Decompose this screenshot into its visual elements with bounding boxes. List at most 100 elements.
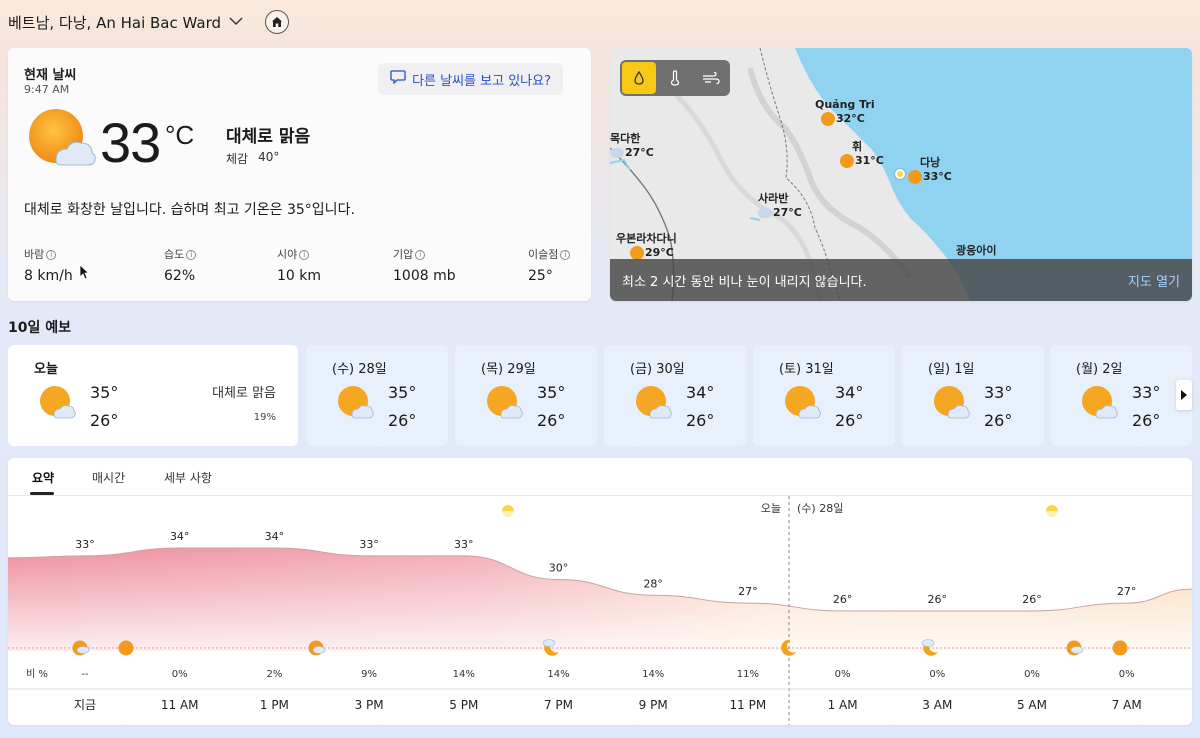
feels-like-label: 체감 [226,152,249,166]
info-icon[interactable]: i [299,250,310,260]
current-weather-card: 현재 날씨 9:47 AM 다른 날씨를 보고 있나요? 33 °C 대체로 맑… [8,48,591,301]
temp-point-label: 34° [170,530,190,543]
forecast-precip: 19% [253,412,276,423]
info-icon[interactable]: i [560,250,571,260]
forecast-day-label: (일) 1일 [928,362,975,377]
precip-value-label: 0% [1024,669,1040,680]
cloud-icon [542,639,556,647]
location-title[interactable]: 베트남, 다낭, An Hai Bac Ward [8,12,221,33]
forecast-high: 33° [984,383,1013,402]
forecast-day[interactable]: (목) 29일 35° 26° [455,345,597,446]
forecast-high: 33° [1132,383,1161,402]
sun-cloud-icon [630,246,644,260]
partly-sunny-icon [485,385,523,421]
stat-humidity[interactable]: 습도 i 62% [164,246,197,284]
weather-map[interactable]: Quảng Tri 32°C 휘 31°C 다낭 33°C 목다한 27°C 사… [610,48,1192,301]
temp-point-label: 34° [265,530,285,543]
forecast-high: 35° [537,383,566,402]
forecast-day[interactable]: (수) 28일 35° 26° [306,345,448,446]
hourly-summary-card: 요약 매시간 세부 사항 오늘 (수) 28일 33° -- 지금 34° 0% 11 AM 3… [8,458,1192,725]
forecast-condition: 대체로 맑음 [212,386,276,401]
ask-other-weather-button[interactable]: 다른 날씨를 보고 있나요? [378,63,563,95]
forecast-title: 10일 예보 [8,320,71,336]
forecast-low: 26° [835,411,864,430]
stat-dew-point-label: 이슬점 [528,248,559,261]
forecast-high: 34° [686,383,715,402]
map-city-name: 휘 [852,140,863,153]
partly-sunny-icon [26,108,96,170]
hour-tick-label: 5 AM [1017,698,1047,712]
info-icon[interactable]: i [186,250,197,260]
map-city-saravan[interactable]: 사라반 27°C [758,192,802,220]
current-location-marker [895,169,905,179]
stat-dew-point[interactable]: 이슬점 i 25° [528,246,571,284]
forecast-day-today[interactable]: 오늘 35° 26° 대체로 맑음 19% [8,345,298,446]
forecast-day[interactable]: (일) 1일 33° 26° [902,345,1044,446]
forecast-high: 35° [90,383,119,402]
tab-underline [30,492,54,495]
home-icon[interactable] [265,10,290,34]
temp-point-label: 27° [1117,585,1137,598]
temperature-layer-button[interactable] [658,62,692,94]
stat-wind-value: 8 km/h [24,268,73,284]
stat-visibility[interactable]: 시야 i 10 km [277,246,321,284]
tab-hourly[interactable]: 매시간 [92,469,125,486]
map-city-name: 다낭 [920,156,941,169]
precip-value-label: 0% [835,669,851,680]
map-city-quang-ngai[interactable]: 광응아이 [956,244,996,258]
thermometer-icon [670,70,680,86]
tab-details[interactable]: 세부 사항 [164,469,212,486]
tab-summary[interactable]: 요약 [32,469,54,486]
open-map-link[interactable]: 지도 열기 [1128,271,1180,290]
scroll-right-button[interactable] [1176,380,1192,410]
wind-layer-button[interactable] [694,62,728,94]
map-city-quang-tri[interactable]: Quảng Tri 32°C [815,98,875,126]
partly-sunny-icon [1080,385,1118,421]
map-city-temp: 32°C [836,112,865,125]
precip-value-label: 0% [172,669,188,680]
info-icon[interactable]: i [415,250,426,260]
stat-humidity-label: 습도 [164,248,185,261]
precipitation-layer-button[interactable] [622,62,656,94]
forecast-day-label: 오늘 [34,362,58,377]
cloud-icon [921,639,935,647]
map-city-da-nang[interactable]: 다낭 33°C [908,156,952,184]
hour-tick-label: 11 PM [730,698,767,712]
temp-point-label: 33° [75,538,95,551]
stat-wind[interactable]: 바람 i 8 km/h [24,246,73,284]
precip-value-label: 14% [547,669,569,680]
next-day-marker-label: (수) 28일 [797,501,843,515]
hour-tick-label: 지금 [74,698,96,712]
hour-tick-label: 1 PM [260,698,289,712]
map-city-hue[interactable]: 휘 31°C [840,140,884,168]
forecast-high: 35° [388,383,417,402]
map-city-ubon[interactable]: 우본라차다니 29°C [616,232,677,260]
today-marker-label: 오늘 [761,502,781,515]
forecast-day-label: (월) 2일 [1076,362,1123,377]
partly-sunny-icon [38,385,76,421]
forecast-day[interactable]: (금) 30일 34° 26° [604,345,746,446]
precip-value-label: 0% [1119,669,1135,680]
forecast-day[interactable]: (월) 2일 33° 26° [1050,345,1192,446]
partly-sunny-icon [634,385,672,421]
temp-point-label: 33° [454,538,474,551]
stat-pressure[interactable]: 기압 i 1008 mb [393,246,456,284]
precip-value-label: 14% [453,669,475,680]
temperature-area-fade [8,548,1192,651]
map-city-mukdahan[interactable]: 목다한 27°C [610,132,654,160]
precip-value-label: 11% [737,669,759,680]
ask-other-weather-label: 다른 날씨를 보고 있나요? [412,73,551,89]
map-city-name: 사라반 [758,192,789,205]
weather-stats: 바람 i 8 km/h 습도 i 62% 시야 i 10 km 기압 i 1008 mb… [24,246,577,286]
temperature-unit-toggle[interactable]: °C [165,120,194,151]
horizon-icon [1045,511,1059,518]
forecast-day[interactable]: (토) 31일 34° 26° [753,345,895,446]
map-city-name: Quảng Tri [815,98,875,111]
chevron-down-icon[interactable] [229,15,243,29]
info-icon[interactable]: i [46,250,57,260]
weather-description: 대체로 화창한 날입니다. 습하며 최고 기온은 35°입니다. [24,202,355,218]
forecast-low: 26° [984,411,1013,430]
sun-cloud-icon [840,154,854,168]
map-city-name: 목다한 [610,132,641,145]
precip-value-label: 0% [929,669,945,680]
